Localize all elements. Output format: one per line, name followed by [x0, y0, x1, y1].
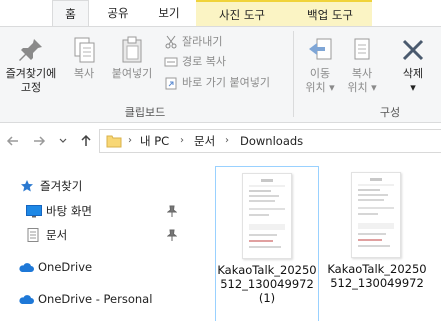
- copy-button[interactable]: 복사: [66, 35, 102, 81]
- move-to-icon: [309, 38, 332, 60]
- up-button[interactable]: [78, 132, 94, 150]
- group-divider: [293, 31, 294, 117]
- copy-path-label: 경로 복사: [182, 55, 226, 68]
- nav-item-onedrive-personal[interactable]: OneDrive - Personal: [18, 289, 188, 309]
- file-name: KakaoTalk_20250512_130049972: [327, 262, 427, 290]
- copy-to-icon: [354, 38, 370, 60]
- forward-button[interactable]: [31, 132, 47, 150]
- star-icon: [20, 179, 34, 193]
- organize-group-label: 구성: [379, 106, 401, 119]
- tab-view[interactable]: 보기: [146, 0, 192, 26]
- move-to-button[interactable]: 이동 위치 ▾: [300, 35, 340, 95]
- move-to-label-2: 위치 ▾: [305, 81, 335, 94]
- breadcrumb-documents[interactable]: 문서: [194, 130, 215, 152]
- nav-item-documents[interactable]: 문서: [26, 225, 166, 245]
- arrow-up-icon: [81, 134, 91, 146]
- tab-backup-tools[interactable]: 백업 도구: [288, 0, 372, 26]
- breadcrumb-this-pc[interactable]: 내 PC: [140, 130, 169, 152]
- file-name: KakaoTalk_20250512_130049972 (1): [217, 263, 317, 305]
- pin-label-2: 고정: [20, 81, 42, 94]
- clipboard-group-label: 클립보드: [124, 106, 166, 119]
- tab-home[interactable]: 홈: [52, 0, 89, 27]
- copy-label: 복사: [73, 67, 95, 80]
- paste-shortcut-icon: [164, 76, 178, 90]
- breadcrumb-separator[interactable]: ›: [128, 130, 132, 152]
- file-item[interactable]: KakaoTalk_20250512_130049972 (1): [215, 166, 319, 321]
- image-thumbnail: [242, 173, 292, 259]
- nav-label: 바탕 화면: [46, 204, 92, 218]
- tab-photo-tools[interactable]: 사진 도구: [196, 0, 288, 26]
- delete-button[interactable]: 삭제 ▾: [393, 35, 433, 95]
- chevron-down-icon: [59, 138, 67, 143]
- ribbon-home: 즐겨찾기에 고정 복사 붙여넣기 잘라내기 경로 복사 바로 가기 붙여넣기 클…: [0, 26, 441, 123]
- recent-locations-button[interactable]: [55, 132, 71, 150]
- cut-button[interactable]: 잘라내기: [164, 33, 222, 51]
- nav-label: OneDrive - Personal: [38, 292, 153, 306]
- copy-path-button[interactable]: 경로 복사: [164, 53, 226, 71]
- nav-label: 문서: [46, 228, 68, 242]
- copy-path-icon: [164, 55, 178, 69]
- copy-to-button[interactable]: 복사 위치 ▾: [342, 35, 382, 95]
- copy-icon: [74, 37, 95, 63]
- tab-share[interactable]: 공유: [96, 0, 140, 26]
- paste-shortcut-button[interactable]: 바로 가기 붙여넣기: [164, 74, 270, 92]
- breadcrumb-downloads[interactable]: Downloads: [240, 130, 303, 152]
- paste-label: 붙여넣기: [111, 67, 153, 80]
- nav-label: 즐겨찾기: [40, 179, 83, 193]
- image-thumbnail: [351, 172, 401, 258]
- document-icon: [26, 228, 40, 242]
- delete-label: 삭제: [402, 67, 424, 80]
- breadcrumb-separator[interactable]: ›: [225, 130, 229, 152]
- copy-to-label-1: 복사: [351, 67, 373, 80]
- file-item[interactable]: KakaoTalk_20250512_130049972: [325, 166, 429, 321]
- move-to-label-1: 이동: [309, 67, 331, 80]
- arrow-right-icon: [34, 136, 46, 146]
- pin-icon: [19, 39, 42, 61]
- folder-icon: [106, 133, 122, 155]
- desktop-icon: [26, 204, 42, 218]
- nav-item-onedrive[interactable]: OneDrive: [18, 257, 178, 277]
- cloud-icon: [18, 292, 34, 306]
- close-icon: [402, 39, 424, 61]
- ribbon-tabs: 파일 홈 공유 보기 사진 도구 백업 도구: [0, 0, 441, 321]
- pin-to-quick-access-button[interactable]: 즐겨찾기에 고정: [0, 35, 62, 95]
- cut-label: 잘라내기: [182, 35, 223, 48]
- breadcrumb-separator[interactable]: ›: [180, 130, 184, 152]
- paste-shortcut-label: 바로 가기 붙여넣기: [182, 76, 270, 89]
- arrow-left-icon: [6, 136, 18, 146]
- nav-item-quick-access[interactable]: 즐겨찾기: [20, 176, 180, 196]
- navigation-pane: 즐겨찾기 바탕 화면 문서 OneDrive OneDrive - Person…: [0, 160, 190, 321]
- address-bar-row: › 내 PC › 문서 › Downloads: [0, 124, 441, 158]
- pin-label-1: 즐겨찾기에: [5, 67, 57, 80]
- cloud-icon: [18, 260, 34, 274]
- delete-dropdown: ▾: [410, 81, 416, 94]
- nav-item-desktop[interactable]: 바탕 화면: [26, 201, 166, 221]
- clipboard-icon: [122, 36, 142, 63]
- pin-icon[interactable]: [166, 205, 178, 217]
- copy-to-label-2: 위치 ▾: [347, 81, 377, 94]
- back-button[interactable]: [5, 132, 21, 150]
- paste-button[interactable]: 붙여넣기: [106, 35, 158, 81]
- scissors-icon: [164, 35, 178, 49]
- pin-icon[interactable]: [166, 229, 178, 241]
- nav-label: OneDrive: [38, 260, 93, 274]
- address-bar[interactable]: › 내 PC › 문서 › Downloads: [99, 129, 441, 153]
